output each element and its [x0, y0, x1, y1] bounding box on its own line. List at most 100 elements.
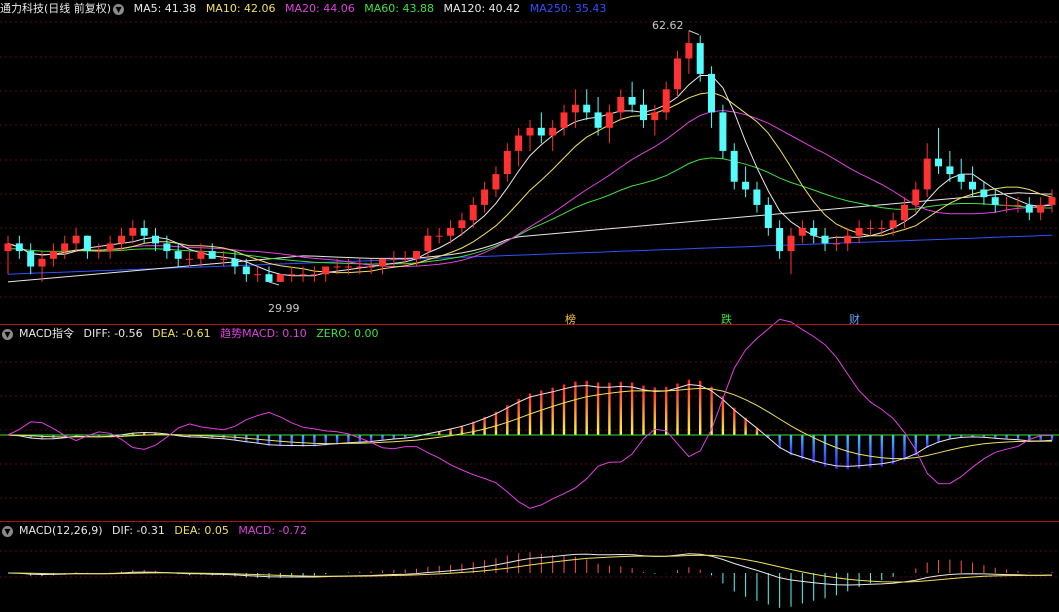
macd-command-bar [517, 398, 520, 435]
candle-body [242, 266, 250, 275]
candle-body [571, 104, 579, 113]
candle-body [231, 258, 239, 267]
candle-body [946, 166, 954, 175]
candle-body [560, 112, 568, 128]
zero-value: ZERO: 0.00 [316, 327, 379, 340]
candle-body [866, 228, 874, 229]
candle-body [844, 235, 852, 244]
candle-body [1025, 204, 1033, 213]
ma120-value: MA120: 40.42 [443, 2, 521, 15]
candle-body [798, 228, 806, 236]
candle-body [640, 104, 647, 121]
candle-body [379, 258, 386, 267]
candle-body [288, 274, 296, 276]
candle-body [764, 204, 772, 228]
event-tag-die[interactable]: 跌 [721, 311, 732, 327]
macd-command-bar [869, 435, 872, 468]
candle-body [957, 174, 965, 182]
macd-command-bar [676, 383, 679, 435]
candle-body [265, 274, 273, 282]
event-tag-bang[interactable]: 榜 [565, 311, 576, 327]
macd-standard-panel [7, 552, 1053, 608]
event-tag-cai[interactable]: 财 [849, 311, 860, 327]
ma60-value: MA60: 43.88 [364, 2, 434, 15]
candle-body [742, 181, 750, 190]
macd-command-bar [313, 435, 316, 447]
candle-body [220, 258, 228, 260]
candle-body [526, 127, 534, 136]
ma20-value: MA20: 44.06 [285, 2, 355, 15]
candle-body [310, 274, 318, 276]
candle-body [1003, 204, 1011, 206]
macd-command-bar [472, 421, 475, 435]
candle-body [901, 204, 908, 221]
candle-body [95, 251, 103, 253]
macd-command-bar [835, 435, 838, 469]
candle-body [174, 251, 182, 259]
candle-body [1014, 204, 1022, 206]
candle-body [15, 243, 23, 252]
candle-body [594, 112, 602, 128]
candle-body [344, 266, 352, 268]
macd-command-bar [801, 435, 804, 460]
candle-body [696, 43, 704, 74]
candle-body [605, 112, 613, 128]
candle-body [878, 228, 886, 229]
macd-command-panel [0, 318, 1059, 509]
candle-body [753, 189, 761, 205]
macd-command-bar [812, 435, 815, 463]
candle-body [61, 243, 69, 252]
candle-body [38, 258, 46, 267]
candle-body [617, 97, 625, 113]
macd-command-bar [574, 381, 577, 435]
macd-command-bar [279, 435, 282, 447]
candle-body [299, 274, 307, 276]
candle-body [935, 158, 942, 167]
macd-standard-header: ▼ MACD(12,26,9) DIF: -0.31 DEA: 0.05 MACD… [0, 522, 313, 540]
candle-body [651, 112, 659, 121]
candle-body [549, 127, 557, 136]
price-grid [0, 21, 1059, 578]
candle-body [991, 197, 999, 205]
macd-command-bar [551, 387, 554, 435]
macd-command-name: MACD指令 [19, 327, 74, 340]
candle-body [628, 97, 636, 105]
candle-body [106, 243, 114, 252]
macd-command-bar [585, 380, 588, 435]
candle-body [832, 243, 840, 245]
candle-body [186, 258, 193, 260]
chevron-down-icon[interactable]: ▼ [2, 525, 13, 537]
candle-body [537, 127, 545, 136]
macd-command-bar [733, 407, 736, 435]
macd-value: MACD: 0.10 [242, 327, 307, 340]
candle-body [163, 243, 171, 252]
macd-command-bar [596, 382, 600, 435]
candle-body [481, 189, 489, 205]
macd-command-bar [653, 387, 656, 435]
macd-command-bar [880, 435, 883, 467]
candle-body [424, 235, 432, 252]
chevron-down-icon[interactable]: ▼ [113, 3, 125, 15]
candle-body [447, 228, 454, 236]
candle-body [810, 228, 818, 236]
candle-body [152, 235, 159, 244]
candle-body [197, 251, 205, 259]
macd-command-bar [846, 435, 849, 470]
candle-body [969, 181, 976, 190]
candle-body [503, 150, 511, 174]
candle-body [390, 258, 398, 260]
dif-value: DIF: -0.31 [112, 524, 165, 537]
candle-body [458, 220, 466, 228]
low-marker-arrow [268, 281, 280, 286]
macd-command-bar [665, 386, 668, 435]
macd-command-bar [562, 384, 566, 435]
macd-command-bar [608, 382, 611, 435]
macd-standard-name: MACD(12,26,9) [19, 524, 103, 537]
candle-body [401, 258, 409, 260]
candle-body [413, 251, 420, 259]
candle-body [254, 274, 262, 276]
candle-body [821, 235, 829, 244]
candle-body [333, 266, 341, 268]
chevron-down-icon[interactable]: ▼ [2, 328, 13, 340]
candle-body [855, 228, 863, 236]
